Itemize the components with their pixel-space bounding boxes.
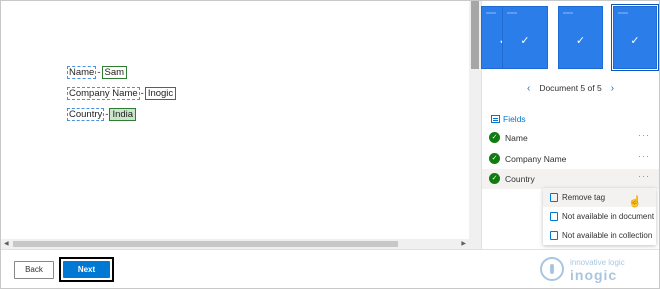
doc-field-value[interactable]: India bbox=[109, 108, 137, 121]
doc-field-label[interactable]: Name bbox=[67, 66, 97, 79]
document-thumbnail[interactable]: ✓ bbox=[502, 6, 548, 69]
document-icon bbox=[550, 212, 558, 221]
watermark-tagline: innovative logic bbox=[570, 258, 625, 267]
hand-cursor-icon: ☝ bbox=[628, 196, 642, 208]
chevron-left-icon[interactable]: ‹ bbox=[527, 83, 530, 94]
menu-item-label: Remove tag bbox=[562, 193, 606, 202]
thumbnail-text-line bbox=[507, 12, 517, 14]
check-icon: ✓ bbox=[520, 35, 530, 47]
collection-icon bbox=[550, 231, 558, 240]
chevron-right-icon[interactable]: › bbox=[611, 83, 614, 94]
document-navigator: ‹ Document 5 of 5 › bbox=[482, 83, 659, 94]
check-icon: ✓ bbox=[630, 35, 640, 47]
check-circle-icon: ✓ bbox=[489, 153, 500, 164]
more-options-icon[interactable]: ··· bbox=[638, 171, 650, 181]
next-button-focus-ring: Next bbox=[59, 257, 114, 282]
menu-item-label: Not available in document bbox=[562, 212, 655, 221]
field-name: Name bbox=[505, 133, 528, 143]
more-options-icon[interactable]: ··· bbox=[638, 151, 650, 161]
doc-field-label[interactable]: Country bbox=[67, 108, 105, 121]
doc-line-name: Name - Sam bbox=[67, 66, 128, 79]
field-name: Country bbox=[505, 174, 535, 184]
doc-line-country: Country - India bbox=[67, 108, 137, 121]
scroll-right-icon[interactable]: ▶ bbox=[461, 240, 466, 247]
check-circle-icon: ✓ bbox=[489, 173, 500, 184]
doc-line-company: Company Name - Inogic bbox=[67, 87, 177, 100]
inogic-logo-icon bbox=[540, 257, 564, 281]
field-name: Company Name bbox=[505, 154, 567, 164]
tag-icon bbox=[550, 193, 558, 202]
check-circle-icon: ✓ bbox=[489, 132, 500, 143]
vertical-scrollbar[interactable]: ▼ bbox=[469, 1, 481, 267]
doc-field-value[interactable]: Sam bbox=[101, 66, 128, 79]
thumbnail-text-line bbox=[618, 12, 628, 14]
document-counter: Document 5 of 5 bbox=[539, 83, 602, 93]
scrollbar-thumb[interactable] bbox=[471, 1, 479, 69]
fields-list-icon bbox=[491, 115, 500, 123]
more-options-icon[interactable]: ··· bbox=[638, 130, 650, 140]
menu-item-label: Not available in collection bbox=[562, 231, 653, 240]
doc-field-label[interactable]: Company Name bbox=[67, 87, 140, 100]
document-viewer: Name - Sam Company Name - Inogic Country - Ind… bbox=[1, 1, 469, 241]
fields-heading: Fields bbox=[491, 114, 526, 124]
menu-item-not-in-collection[interactable]: Not available in collection bbox=[543, 226, 656, 245]
watermark-brand: inogic bbox=[570, 267, 618, 283]
field-row-country[interactable]: ✓ Country ··· bbox=[482, 169, 659, 189]
fields-heading-label: Fields bbox=[503, 114, 526, 124]
next-button[interactable]: Next bbox=[63, 261, 110, 278]
scrollbar-thumb[interactable] bbox=[13, 241, 398, 247]
scroll-left-icon[interactable]: ◀ bbox=[4, 240, 9, 247]
document-thumbnails: ✓ ✓ ✓ ✓ bbox=[481, 1, 659, 73]
menu-item-not-in-document[interactable]: Not available in document bbox=[543, 207, 656, 226]
document-thumbnail[interactable]: ✓ bbox=[558, 6, 603, 69]
thumbnail-text-line bbox=[563, 12, 573, 14]
watermark: innovative logic inogic bbox=[540, 255, 655, 285]
field-row-company-name[interactable]: ✓ Company Name ··· bbox=[482, 149, 659, 169]
thumbnail-text-line bbox=[486, 12, 496, 14]
document-thumbnail-selected[interactable]: ✓ bbox=[611, 4, 659, 71]
doc-field-value[interactable]: Inogic bbox=[144, 87, 177, 100]
back-button[interactable]: Back bbox=[14, 261, 54, 279]
field-row-name[interactable]: ✓ Name ··· bbox=[482, 128, 659, 148]
check-icon: ✓ bbox=[575, 35, 586, 47]
doc-separator: - bbox=[97, 67, 101, 78]
horizontal-scrollbar[interactable]: ◀ ▶ bbox=[1, 239, 469, 249]
